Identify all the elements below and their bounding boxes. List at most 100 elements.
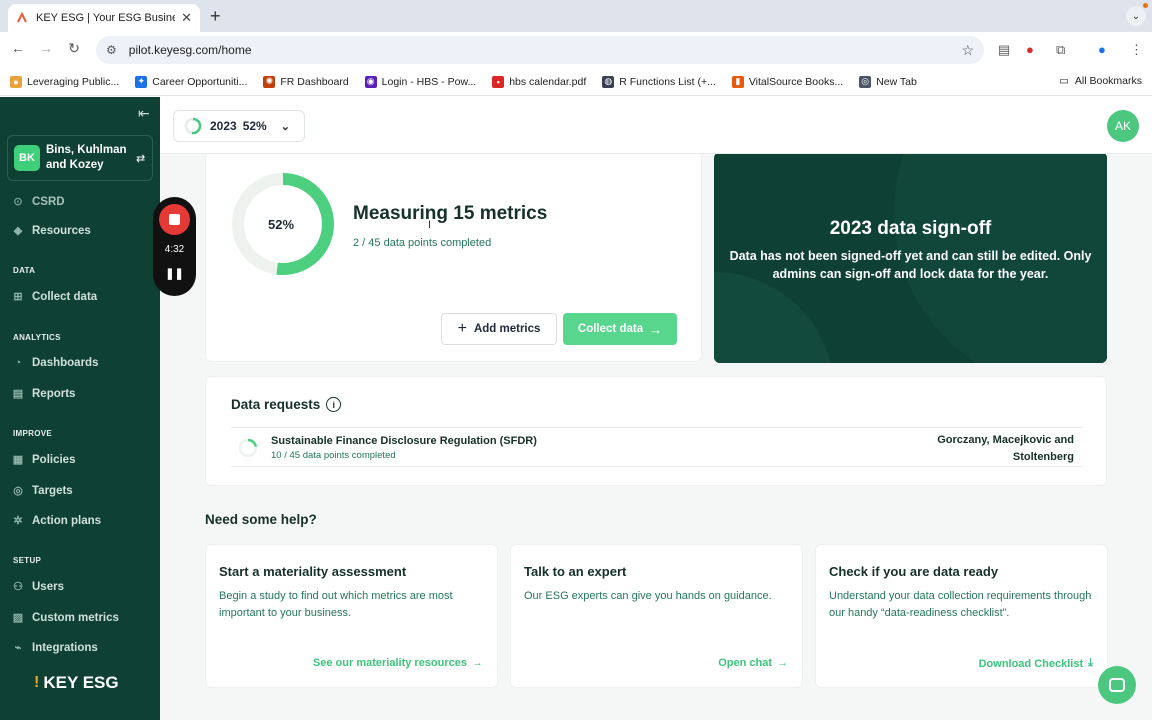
main-content: 52% Measuring 15 metrics 2 / 45 data poi… <box>160 154 1152 720</box>
download-checklist-link[interactable]: Download Checklist ⤓ <box>979 657 1093 670</box>
help-card-title: Talk to an expert <box>524 564 627 579</box>
browser-tabstrip: KEY ESG | Your ESG Business ✕ + ⌄ <box>0 0 1152 32</box>
sidebar-item-reports[interactable]: ▤ Reports <box>12 387 76 401</box>
sidebar-item-action-plans[interactable]: ✲ Action plans <box>12 514 101 528</box>
bookmark-favicon-icon: ✦ <box>135 75 148 88</box>
bookmark-item[interactable]: ✺ FR Dashboard <box>263 75 349 88</box>
site-info-icon[interactable]: ⚙ <box>106 43 117 57</box>
request-progress-text: 10 / 45 data points completed <box>271 450 396 461</box>
bookmarks-bar: ● Leveraging Public... ✦ Career Opportunit… <box>0 68 1152 96</box>
url-text: pilot.keyesg.com/home <box>128 43 252 57</box>
stop-icon <box>169 214 180 225</box>
section-setup: SETUP <box>13 556 42 565</box>
graduation-cap-icon: ◆ <box>13 225 23 237</box>
materiality-resources-link[interactable]: See our materiality resources → <box>313 657 483 669</box>
browser-tab[interactable]: KEY ESG | Your ESG Business ✕ <box>8 4 200 32</box>
bookmark-item[interactable]: ◍ R Functions List (+... <box>602 75 716 88</box>
open-chat-link[interactable]: Open chat → <box>718 657 788 669</box>
bookmark-favicon-icon: ✺ <box>263 75 276 88</box>
profile-icon[interactable]: ● <box>1098 42 1106 57</box>
collapse-sidebar-icon[interactable]: ⇤ <box>138 105 150 122</box>
custom-metrics-icon: ▨ <box>12 612 24 624</box>
bookmark-favicon-icon: ● <box>10 75 22 88</box>
year-percent: 52% <box>242 119 267 133</box>
bookmark-item[interactable]: ◉ Login - HBS - Pow... <box>364 75 476 88</box>
tab-search-icon[interactable]: ⌄ <box>1126 6 1146 26</box>
keyesg-logo: ǃ KEY ESG <box>34 673 119 692</box>
bookmark-star-icon[interactable]: ☆ <box>961 42 974 59</box>
year-selector[interactable]: 2023 52% ⌄ <box>173 110 305 142</box>
help-card-title: Start a materiality assessment <box>219 564 407 579</box>
collect-data-button[interactable]: Collect data → <box>563 313 677 345</box>
download-icon: ⤓ <box>1088 657 1093 669</box>
screen-recorder: 4:32 ❚❚ <box>153 197 196 296</box>
plus-icon: + <box>457 320 467 337</box>
arrow-right-icon: → <box>649 321 663 337</box>
sidebar-item-csrd[interactable]: ⊙ CSRD <box>12 195 64 209</box>
recording-time: 4:32 <box>164 244 185 255</box>
text-cursor-icon: I <box>428 219 432 231</box>
decorative-shape <box>714 272 834 363</box>
logo-mark-icon: ǃ <box>34 674 40 691</box>
all-bookmarks[interactable]: ▭ All Bookmarks <box>1059 75 1142 87</box>
metrics-card: 52% Measuring 15 metrics 2 / 45 data poi… <box>205 154 702 362</box>
chevron-down-icon: ⌄ <box>280 120 290 133</box>
data-request-row[interactable]: Sustainable Finance Disclosure Regulatio… <box>231 427 1083 467</box>
notification-dot <box>1143 3 1148 8</box>
bookmark-item[interactable]: ▪ hbs calendar.pdf <box>492 75 586 88</box>
help-section-title: Need some help? <box>205 512 317 527</box>
pause-icon[interactable]: ❚❚ <box>153 267 196 280</box>
bookmark-item[interactable]: ▮ VitalSource Books... <box>731 75 843 88</box>
arrow-right-icon: → <box>777 657 788 669</box>
address-bar[interactable]: ⚙ pilot.keyesg.com/home ☆ <box>96 36 984 64</box>
bookmark-favicon-icon: ◉ <box>364 75 377 88</box>
bookmark-favicon-icon: ◍ <box>602 75 615 88</box>
help-card-body: Our ESG experts can give you hands on gu… <box>524 590 772 602</box>
reading-list-icon[interactable]: ▤ <box>998 42 1010 58</box>
collect-icon: ⊞ <box>13 291 23 303</box>
info-icon[interactable]: i <box>326 397 342 412</box>
bookmark-item[interactable]: ✦ Career Opportuniti... <box>135 75 247 88</box>
forward-icon[interactable]: → <box>36 40 56 56</box>
new-tab-icon[interactable]: + <box>210 6 221 27</box>
sidebar-item-resources[interactable]: ◆ Resources <box>12 224 91 238</box>
folder-icon: ▭ <box>1058 75 1069 87</box>
reload-icon[interactable]: ↻ <box>64 40 84 57</box>
request-org: Gorczany, Macejkovic and Stoltenberg <box>937 434 1074 463</box>
switch-org-icon: ⇄ <box>136 152 146 165</box>
globe-icon: ◎ <box>859 75 872 88</box>
signoff-card: 2023 data sign-off Data has not been sig… <box>714 154 1107 363</box>
section-data: DATA <box>13 266 36 275</box>
add-metrics-button[interactable]: + Add metrics <box>441 313 557 345</box>
back-icon[interactable]: ← <box>8 40 28 56</box>
data-requests-card: Data requests i Sustainable Finance Discl… <box>205 376 1107 486</box>
sidebar-item-custom-metrics[interactable]: ▨ Custom metrics <box>12 611 119 625</box>
bookmark-item[interactable]: ◎ New Tab <box>859 75 917 88</box>
sidebar-item-policies[interactable]: ▦ Policies <box>12 453 76 467</box>
sidebar-item-users[interactable]: ⚇ Users <box>12 580 64 594</box>
bookmark-item[interactable]: ● Leveraging Public... <box>10 75 119 88</box>
help-card-expert: Talk to an expert Our ESG experts can gi… <box>510 544 803 688</box>
browser-menu-icon[interactable]: ⋮ <box>1130 42 1143 58</box>
org-switcher[interactable]: BK Bins, Kuhlman and Kozey ⇄ <box>7 135 153 181</box>
chat-widget-button[interactable] <box>1098 666 1136 704</box>
user-avatar[interactable]: AK <box>1107 110 1139 142</box>
extension-opera-icon[interactable]: ● <box>1026 42 1034 57</box>
metrics-percent: 52% <box>268 217 295 232</box>
metrics-title: Measuring 15 metrics <box>353 203 548 224</box>
sidebar-item-dashboards[interactable]: ◔ Dashboards <box>12 357 99 369</box>
bookmark-favicon-icon: ▮ <box>731 75 744 88</box>
action-plan-icon: ✲ <box>13 515 23 527</box>
help-card-body: Understand your data collection requirem… <box>829 590 1092 619</box>
sidebar-item-integrations[interactable]: ⌁ Integrations <box>12 641 98 655</box>
help-card-body: Begin a study to find out which metrics … <box>219 590 453 619</box>
sidebar-item-targets[interactable]: ◎ Targets <box>12 484 73 498</box>
year-label: 2023 <box>210 119 237 133</box>
section-improve: IMPROVE <box>13 429 52 438</box>
keyesg-favicon-icon <box>17 12 27 23</box>
extensions-icon[interactable]: ⧉ <box>1056 42 1065 58</box>
sidebar-item-collect-data[interactable]: ⊞ Collect data <box>12 290 97 304</box>
stop-recording-button[interactable] <box>159 204 190 235</box>
close-tab-icon[interactable]: ✕ <box>181 10 192 26</box>
dashboard-icon: ◔ <box>14 357 22 369</box>
